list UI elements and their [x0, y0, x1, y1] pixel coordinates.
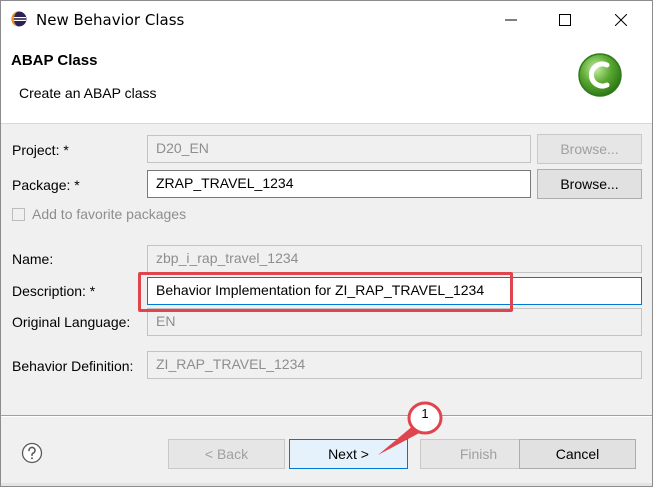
- dialog-window: New Behavior Class ABAP Class Create an …: [0, 0, 653, 487]
- cancel-button[interactable]: Cancel: [519, 439, 636, 469]
- window-title: New Behavior Class: [36, 11, 185, 29]
- wizard-banner: ABAP Class Create an ABAP class: [1, 39, 652, 124]
- description-highlight: [138, 272, 513, 312]
- maximize-button[interactable]: [542, 1, 588, 39]
- project-field: D20_EN: [147, 135, 531, 163]
- name-field: zbp_i_rap_travel_1234: [147, 245, 642, 273]
- favorite-label: Add to favorite packages: [32, 206, 187, 222]
- banner-subtitle: Create an ABAP class: [19, 85, 157, 101]
- favorite-checkbox: [12, 208, 25, 221]
- package-field[interactable]: ZRAP_TRAVEL_1234: [147, 170, 531, 198]
- abap-class-logo-icon: [578, 53, 622, 97]
- bottom-strip: [1, 483, 652, 486]
- project-label: Project: *: [12, 142, 69, 158]
- close-icon: [615, 14, 627, 26]
- description-label: Description: *: [12, 283, 96, 299]
- original-language-label: Original Language:: [12, 314, 131, 330]
- behavior-definition-label: Behavior Definition:: [12, 358, 134, 374]
- eclipse-icon: [11, 11, 27, 27]
- package-browse-button[interactable]: Browse...: [537, 169, 642, 199]
- help-icon[interactable]: [21, 442, 43, 464]
- maximize-icon: [559, 14, 571, 26]
- callout-number: 1: [421, 406, 429, 421]
- original-language-field: EN: [147, 308, 642, 336]
- name-label: Name:: [12, 251, 54, 267]
- minimize-icon: [505, 19, 517, 21]
- title-bar: New Behavior Class: [1, 1, 652, 39]
- next-button[interactable]: Next >: [289, 439, 408, 469]
- minimize-button[interactable]: [488, 1, 534, 39]
- project-browse-button: Browse...: [537, 134, 642, 164]
- banner-title: ABAP Class: [11, 52, 98, 69]
- back-button: < Back: [168, 439, 285, 469]
- close-button[interactable]: [598, 1, 644, 39]
- package-label: Package: *: [12, 177, 80, 193]
- footer-separator: [1, 415, 652, 417]
- behavior-definition-field: ZI_RAP_TRAVEL_1234: [147, 351, 642, 379]
